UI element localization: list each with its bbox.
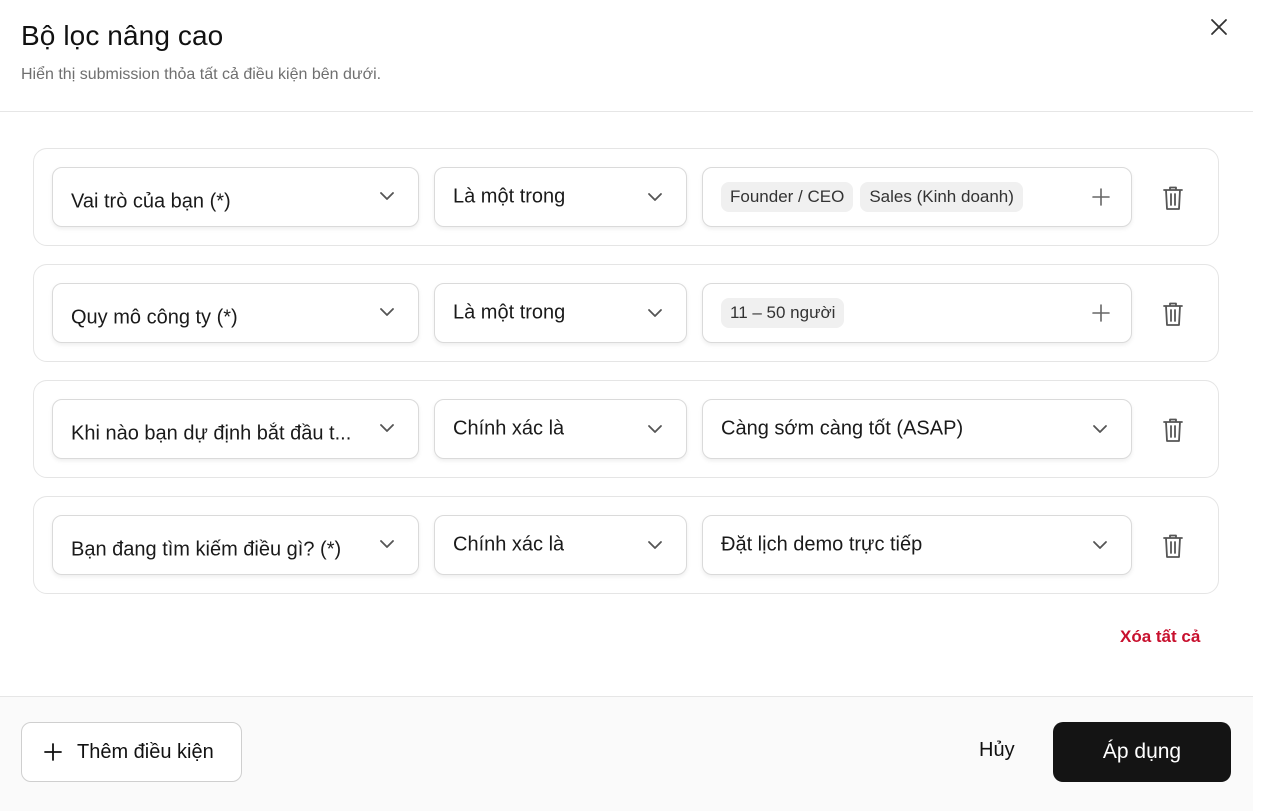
close-icon xyxy=(1211,19,1227,35)
chevron-down-icon xyxy=(1093,425,1107,433)
cancel-button[interactable]: Hủy xyxy=(979,739,1015,762)
dialog-subtitle: Hiển thị submission thỏa tất cả điều kiệ… xyxy=(21,66,382,83)
filter-rule: Vai trò của bạn (*) Là một trong Founder… xyxy=(33,148,1219,246)
trash-icon[interactable] xyxy=(1161,417,1185,443)
field-select[interactable]: Bạn đang tìm kiếm điều gì? (*) xyxy=(52,515,419,575)
operator-select[interactable]: Là một trong xyxy=(434,167,687,227)
value-tag[interactable]: 11 – 50 người xyxy=(721,298,845,328)
operator-select[interactable]: Chính xác là xyxy=(434,515,687,575)
value-tag[interactable]: Founder / CEO xyxy=(721,182,854,212)
chevron-down-icon xyxy=(1093,541,1107,549)
filter-rule: Quy mô công ty (*) Là một trong 11 – 50 … xyxy=(33,264,1219,362)
value-select[interactable]: Đặt lịch demo trực tiếp xyxy=(702,515,1132,575)
trash-icon[interactable] xyxy=(1161,533,1185,559)
trash-icon[interactable] xyxy=(1161,301,1185,327)
close-button[interactable] xyxy=(1207,15,1231,39)
operator-select-value: Chính xác là xyxy=(453,417,565,440)
apply-button[interactable]: Áp dụng xyxy=(1053,722,1231,782)
add-condition-button[interactable]: Thêm điều kiện xyxy=(21,722,242,782)
chevron-down-icon xyxy=(648,193,662,201)
value-tags-input[interactable]: 11 – 50 người xyxy=(702,283,1132,343)
filter-rule: Khi nào bạn dự định bắt đầu t... Chính x… xyxy=(33,380,1219,478)
dialog-header: Bộ lọc nâng cao Hiển thị submission thỏa… xyxy=(0,0,1253,112)
value-tag[interactable]: Sales (Kinh doanh) xyxy=(860,182,1023,212)
operator-select[interactable]: Là một trong xyxy=(434,283,687,343)
clear-all-button[interactable]: Xóa tất cả xyxy=(1120,627,1200,647)
chevron-down-icon xyxy=(380,192,394,200)
value-select[interactable]: Càng sớm càng tốt (ASAP) xyxy=(702,399,1132,459)
dialog-title: Bộ lọc nâng cao xyxy=(21,20,224,51)
advanced-filter-dialog: Bộ lọc nâng cao Hiển thị submission thỏa… xyxy=(0,0,1253,811)
operator-select-value: Là một trong xyxy=(453,185,566,208)
plus-icon xyxy=(44,743,62,761)
field-select-value: Quy mô công ty (*) xyxy=(71,306,238,329)
chevron-down-icon xyxy=(380,540,394,548)
chevron-down-icon xyxy=(380,308,394,316)
dialog-footer: Thêm điều kiện Hủy Áp dụng xyxy=(0,696,1253,811)
field-select-value: Bạn đang tìm kiếm điều gì? (*) xyxy=(71,538,342,561)
operator-select-value: Chính xác là xyxy=(453,533,565,556)
plus-icon[interactable] xyxy=(1091,303,1111,323)
chevron-down-icon xyxy=(648,425,662,433)
value-tags-input[interactable]: Founder / CEO Sales (Kinh doanh) xyxy=(702,167,1132,227)
field-select[interactable]: Vai trò của bạn (*) xyxy=(52,167,419,227)
operator-select-value: Là một trong xyxy=(453,301,566,324)
chevron-down-icon xyxy=(380,424,394,432)
field-select-value: Khi nào bạn dự định bắt đầu t... xyxy=(71,422,352,445)
chevron-down-icon xyxy=(648,541,662,549)
value-select-value: Đặt lịch demo trực tiếp xyxy=(721,533,923,556)
trash-icon[interactable] xyxy=(1161,185,1185,211)
value-select-value: Càng sớm càng tốt (ASAP) xyxy=(721,417,964,440)
value-tags: Founder / CEO Sales (Kinh doanh) xyxy=(721,182,1023,212)
field-select[interactable]: Khi nào bạn dự định bắt đầu t... xyxy=(52,399,419,459)
plus-icon[interactable] xyxy=(1091,187,1111,207)
value-tags: 11 – 50 người xyxy=(721,298,845,328)
chevron-down-icon xyxy=(648,309,662,317)
add-condition-label: Thêm điều kiện xyxy=(77,740,214,763)
field-select[interactable]: Quy mô công ty (*) xyxy=(52,283,419,343)
filter-rule: Bạn đang tìm kiếm điều gì? (*) Chính xác… xyxy=(33,496,1219,594)
operator-select[interactable]: Chính xác là xyxy=(434,399,687,459)
field-select-value: Vai trò của bạn (*) xyxy=(71,190,231,213)
